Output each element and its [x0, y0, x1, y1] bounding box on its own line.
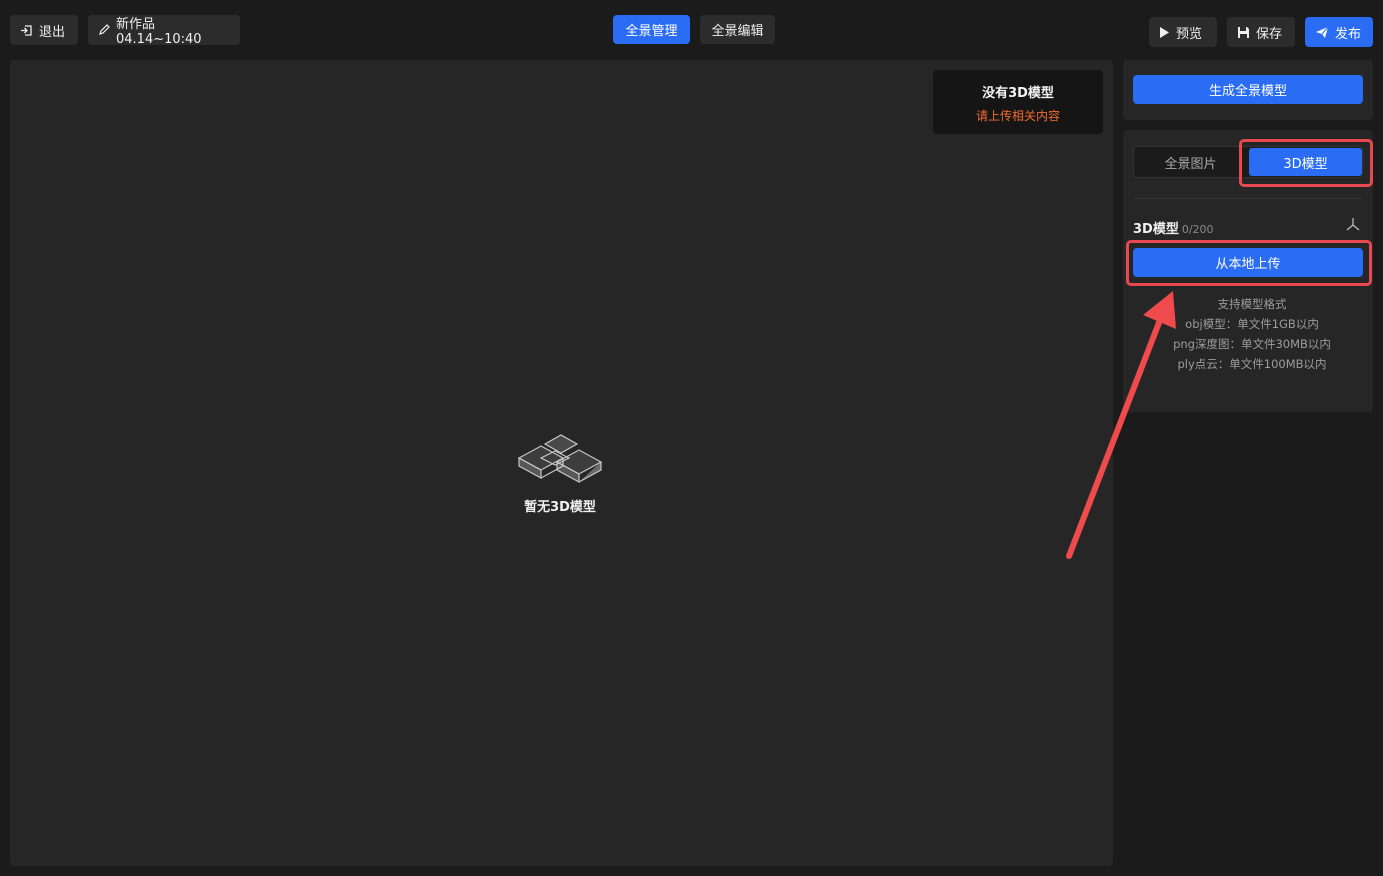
tab-label: 全景管理: [625, 24, 678, 39]
supported-formats: 支持模型格式 obj模型：单文件1GB以内 png深度图：单文件30MB以内 p…: [1133, 294, 1371, 374]
exit-button[interactable]: 退出: [10, 15, 78, 45]
format-line: 支持模型格式: [1217, 297, 1287, 311]
preview-label: 预览: [1176, 26, 1203, 42]
segment-label: 全景图片: [1164, 156, 1217, 172]
upload-local-button[interactable]: 从本地上传: [1133, 248, 1363, 277]
generate-label: 生成全景模型: [1208, 84, 1287, 99]
segment-3d-model[interactable]: 3D模型: [1249, 148, 1362, 176]
exit-label: 退出: [39, 24, 66, 40]
segment-panorama-images[interactable]: 全景图片: [1134, 147, 1247, 177]
tab-panorama-edit[interactable]: 全景编辑: [700, 15, 775, 44]
tab-label: 全景编辑: [711, 24, 764, 39]
publish-label: 发布: [1335, 26, 1362, 42]
segment-label: 3D模型: [1283, 156, 1328, 172]
send-icon: [1315, 26, 1329, 39]
project-name: 新作品04.14~10:40: [116, 17, 202, 47]
model-viewport[interactable]: 没有3D模型 请上传相关内容 暂无3D模型: [10, 60, 1113, 866]
model-count: 0/200: [1181, 223, 1214, 236]
empty-state: 暂无3D模型: [510, 432, 610, 515]
generate-panel: 生成全景模型: [1123, 60, 1373, 120]
play-icon: [1159, 26, 1170, 39]
tab-panorama-manage[interactable]: 全景管理: [613, 15, 690, 44]
notice-box: 没有3D模型 请上传相关内容: [933, 70, 1103, 134]
format-line: ply点云：单文件100MB以内: [1177, 357, 1327, 371]
empty-text: 暂无3D模型: [524, 500, 596, 515]
axis-icon[interactable]: [1345, 216, 1361, 236]
format-line: png深度图：单文件30MB以内: [1173, 337, 1331, 351]
empty-box-icon: [517, 434, 603, 492]
pencil-icon: [98, 24, 110, 36]
publish-button[interactable]: 发布: [1305, 17, 1373, 47]
save-button[interactable]: 保存: [1227, 17, 1295, 47]
project-name-button[interactable]: 新作品04.14~10:40: [88, 15, 240, 47]
save-label: 保存: [1256, 26, 1283, 42]
upload-label: 从本地上传: [1215, 257, 1281, 272]
section-title-text: 3D模型: [1133, 222, 1179, 237]
generate-panorama-model-button[interactable]: 生成全景模型: [1133, 75, 1363, 104]
divider: [1133, 198, 1363, 199]
notice-subtitle: 请上传相关内容: [975, 109, 1060, 123]
format-line: obj模型：单文件1GB以内: [1185, 317, 1319, 331]
save-icon: [1237, 26, 1250, 39]
preview-button[interactable]: 预览: [1149, 17, 1217, 47]
notice-title: 没有3D模型: [982, 86, 1054, 101]
model-panel: 全景图片 3D模型 3D模型 0/200 从本地上传 支持模型格式 obj模型：单…: [1123, 130, 1373, 412]
section-title: 3D模型 0/200: [1133, 218, 1214, 237]
source-segmented-control: 全景图片 3D模型: [1133, 146, 1363, 178]
exit-icon: [20, 24, 33, 37]
